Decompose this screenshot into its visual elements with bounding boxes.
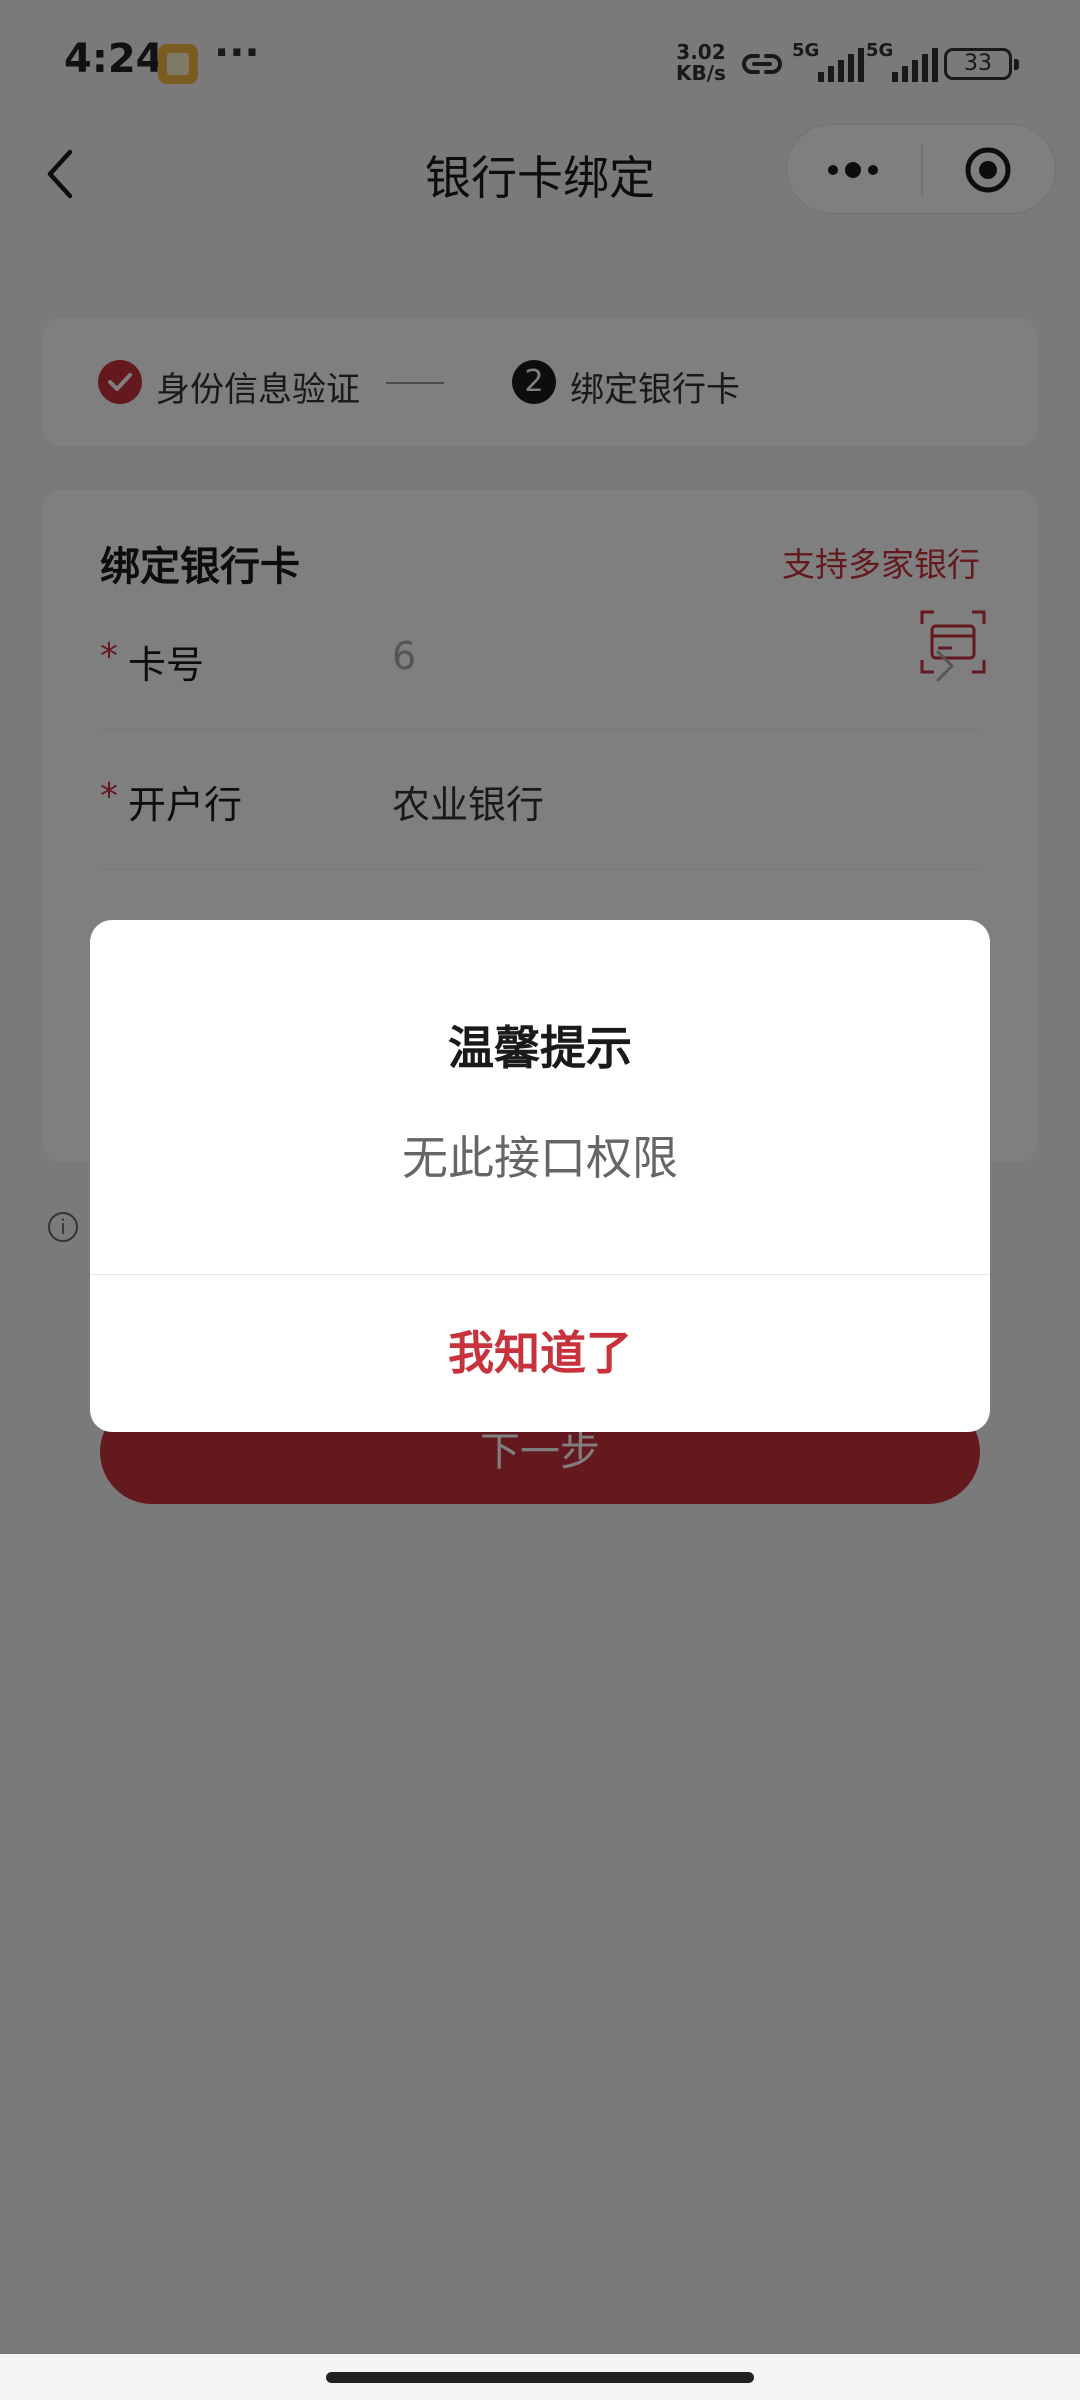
dialog-confirm-button[interactable]: 我知道了: [90, 1275, 990, 1432]
dialog-title: 温馨提示: [448, 1021, 632, 1075]
dialog-message: 无此接口权限: [402, 1131, 678, 1185]
alert-dialog: 温馨提示 无此接口权限 我知道了: [90, 920, 990, 1432]
home-indicator[interactable]: [326, 2372, 754, 2383]
home-bar: [0, 2354, 1080, 2400]
